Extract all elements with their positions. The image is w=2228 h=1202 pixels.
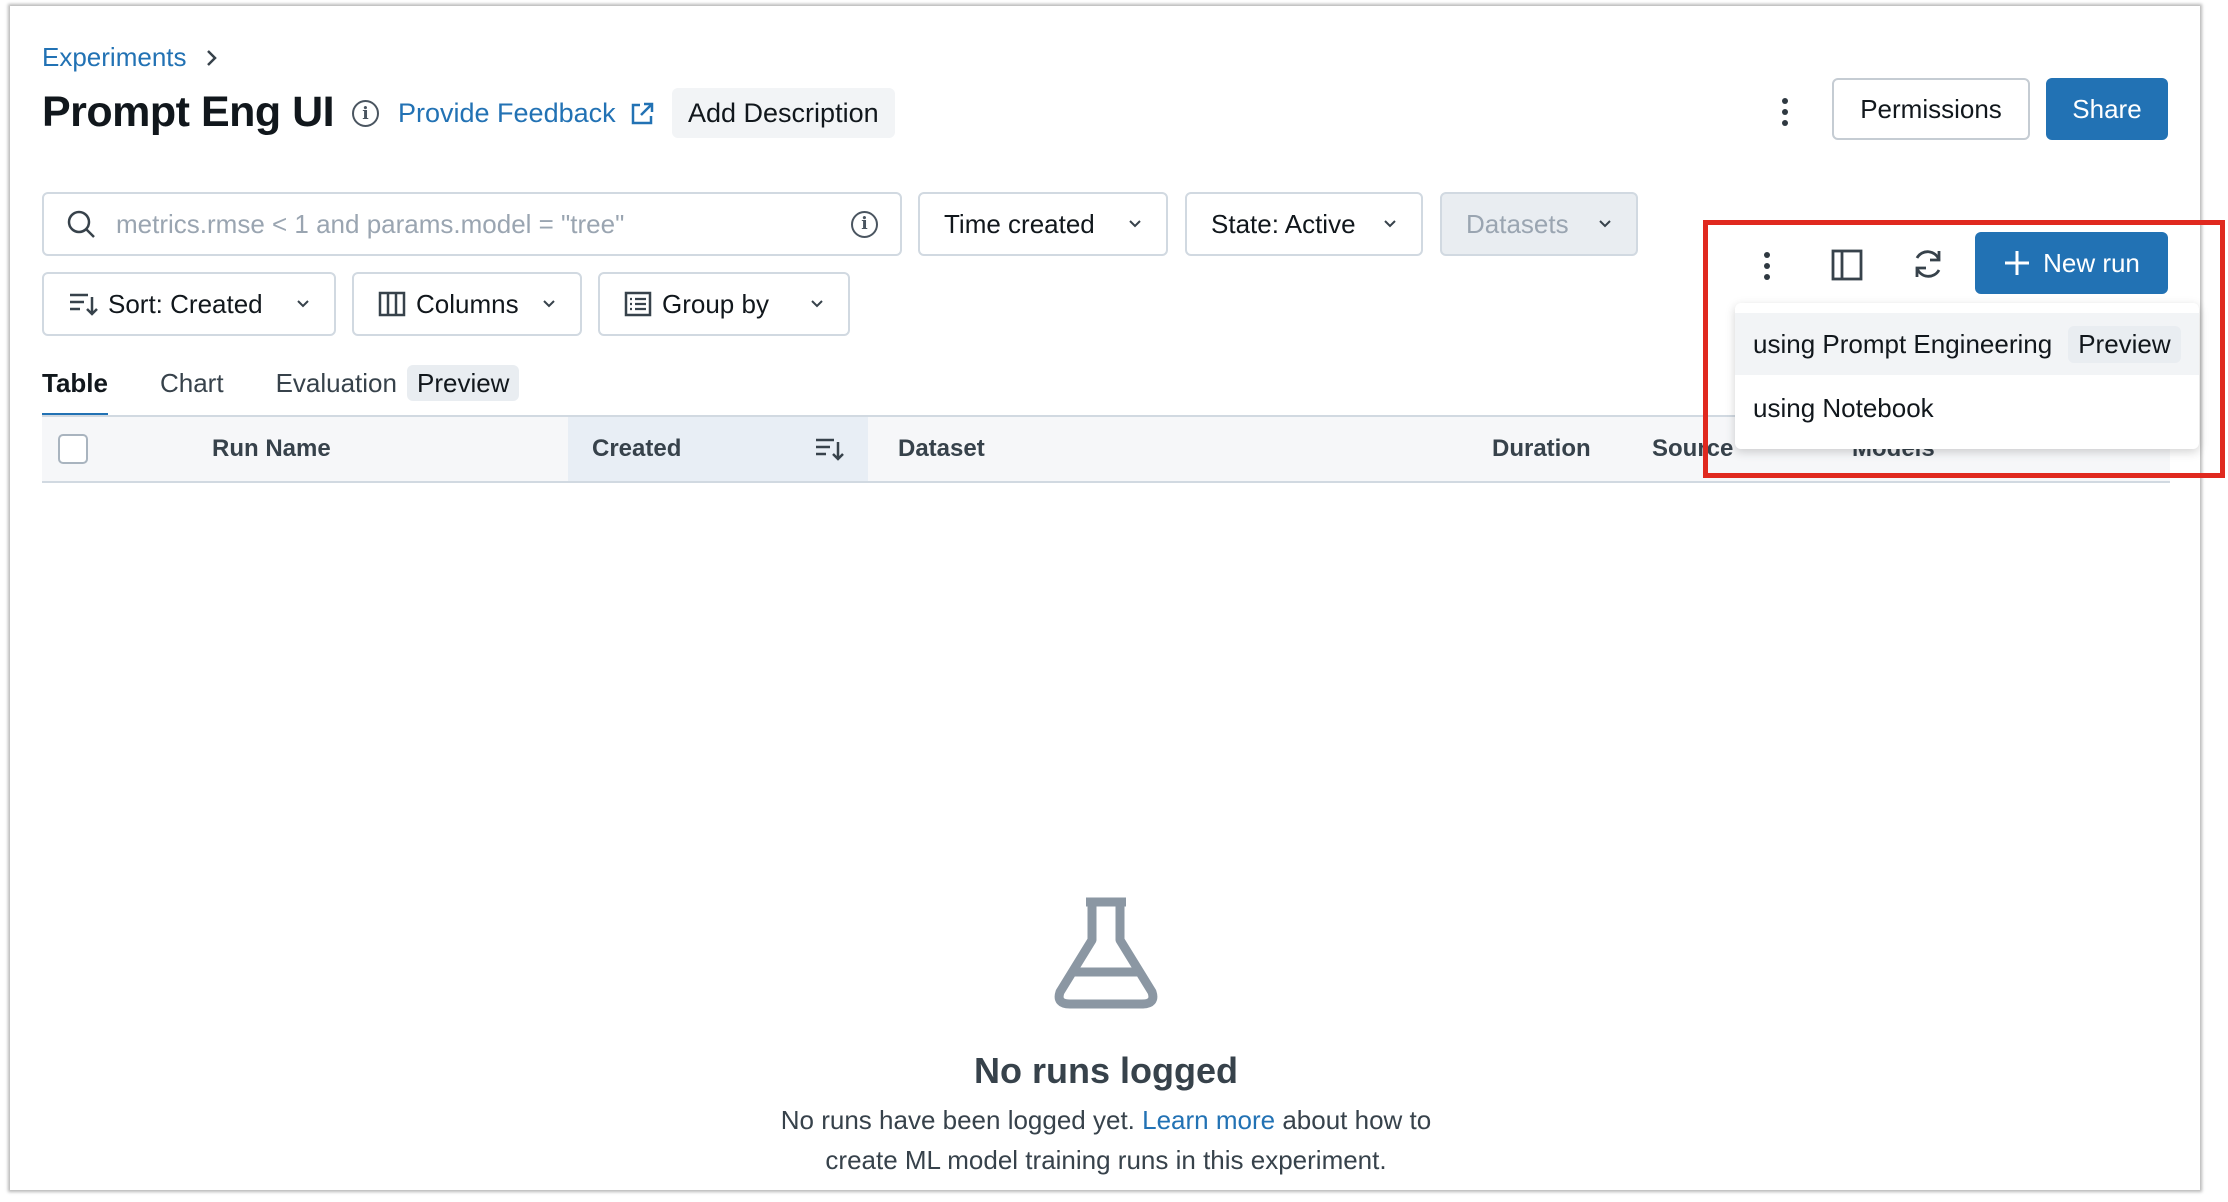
sort-descending-icon (816, 438, 844, 461)
share-button[interactable]: Share (2046, 78, 2168, 140)
external-link-icon (631, 102, 653, 124)
sort-icon (70, 293, 98, 316)
highlight-box (1703, 220, 2225, 478)
list-icon (624, 291, 652, 317)
sort-dropdown[interactable]: Sort: Created (42, 272, 336, 336)
info-icon[interactable]: i (352, 100, 379, 127)
tab-evaluation[interactable]: Evaluation Preview (275, 365, 520, 413)
search-box[interactable]: metrics.rmse < 1 and params.model = "tre… (42, 192, 902, 256)
breadcrumb-experiments-link[interactable]: Experiments (42, 42, 187, 73)
empty-state-text-line2: create ML model training runs in this ex… (825, 1145, 1387, 1175)
time-created-dropdown[interactable]: Time created (918, 192, 1168, 256)
more-options-icon[interactable] (1770, 92, 1800, 132)
beaker-icon (1054, 897, 1158, 1009)
column-header-created[interactable]: Created (568, 417, 868, 481)
column-header-duration[interactable]: Duration (1492, 417, 1591, 481)
page-title: Prompt Eng UI (42, 88, 335, 136)
tab-evaluation-label: Evaluation (275, 368, 397, 398)
page-frame (10, 6, 2200, 1190)
empty-state-text-after: about how to (1282, 1105, 1432, 1135)
preview-badge: Preview (406, 365, 520, 401)
tab-chart[interactable]: Chart (160, 368, 224, 413)
search-info-icon[interactable]: i (851, 210, 878, 238)
datasets-dropdown[interactable]: Datasets (1440, 192, 1638, 256)
provide-feedback-label: Provide Feedback (398, 98, 616, 128)
select-all-checkbox[interactable] (58, 434, 88, 464)
sort-label: Sort: Created (108, 288, 263, 319)
chevron-down-icon (1599, 220, 1611, 228)
permissions-button[interactable]: Permissions (1832, 78, 2030, 140)
state-dropdown[interactable]: State: Active (1185, 192, 1423, 256)
chevron-down-icon (1384, 220, 1396, 228)
search-icon (67, 210, 95, 238)
time-created-label: Time created (944, 208, 1095, 239)
provide-feedback-link[interactable]: Provide Feedback (398, 98, 656, 129)
empty-state-text: No runs have been logged yet. Learn more… (0, 1100, 2212, 1180)
state-label: State: Active (1211, 208, 1356, 239)
select-all-checkbox-cell (58, 417, 88, 481)
breadcrumb: Experiments (42, 42, 219, 73)
view-tabs: Table Chart Evaluation Preview (42, 365, 571, 417)
empty-state-title: No runs logged (974, 1050, 1238, 1091)
chevron-down-icon (297, 300, 309, 308)
chevron-right-icon (206, 49, 217, 66)
group-by-dropdown[interactable]: Group by (598, 272, 850, 336)
add-description-button[interactable]: Add Description (672, 88, 895, 138)
column-header-created-label: Created (592, 435, 682, 462)
chevron-down-icon (811, 300, 823, 308)
columns-dropdown[interactable]: Columns (352, 272, 582, 336)
search-input[interactable]: metrics.rmse < 1 and params.model = "tre… (116, 209, 831, 240)
empty-state-text-before: No runs have been logged yet. (780, 1105, 1135, 1135)
column-header-run-name[interactable]: Run Name (212, 417, 331, 481)
tab-table[interactable]: Table (42, 368, 108, 417)
column-header-dataset[interactable]: Dataset (898, 417, 985, 481)
columns-label: Columns (416, 288, 519, 319)
datasets-label: Datasets (1466, 208, 1569, 239)
chevron-down-icon (543, 300, 555, 308)
chevron-down-icon (1129, 220, 1141, 228)
learn-more-link[interactable]: Learn more (1142, 1105, 1275, 1135)
columns-icon (378, 291, 406, 317)
group-by-label: Group by (662, 288, 769, 319)
